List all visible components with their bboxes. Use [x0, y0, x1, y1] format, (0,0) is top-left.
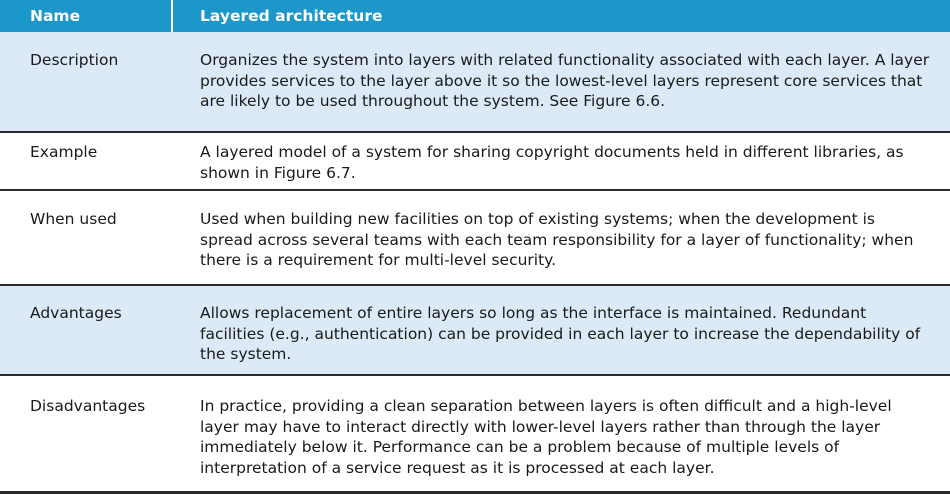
- row-text: Allows replacement of entire layers so l…: [200, 304, 921, 363]
- row-text: In practice, providing a clean separatio…: [200, 397, 892, 477]
- table-row-example: Example A layered model of a system for …: [0, 133, 950, 189]
- table-bottom-rule: [0, 491, 950, 494]
- table-row-disadvantages: Disadvantages In practice, providing a c…: [0, 376, 950, 491]
- table-row-advantages: Advantages Allows replacement of entire …: [0, 286, 950, 374]
- row-label: When used: [30, 210, 117, 228]
- row-text: Organizes the system into layers with re…: [200, 51, 930, 110]
- header-pattern-title: Layered architecture: [200, 7, 383, 25]
- header-name-label: Name: [30, 7, 81, 25]
- row-text: Used when building new facilities on top…: [200, 210, 914, 269]
- table-row-description: Description Organizes the system into la…: [0, 32, 950, 131]
- pattern-table: Name Layered architecture Description Or…: [0, 0, 950, 495]
- row-text: A layered model of a system for sharing …: [200, 143, 904, 182]
- table-header: Name Layered architecture: [0, 0, 950, 32]
- row-label: Description: [30, 51, 119, 69]
- header-divider: [171, 0, 173, 32]
- row-label: Example: [30, 143, 98, 161]
- row-label: Disadvantages: [30, 397, 146, 415]
- table-row-when-used: When used Used when building new facilit…: [0, 191, 950, 284]
- row-label: Advantages: [30, 304, 122, 322]
